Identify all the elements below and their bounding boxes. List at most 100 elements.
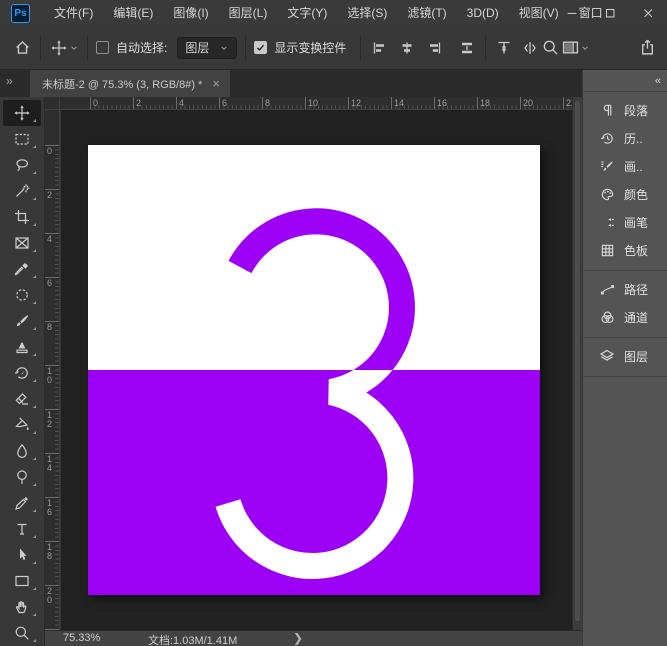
menu-item[interactable]: 文字(Y): [277, 0, 337, 26]
show-transform-label: 显示变换控件: [274, 39, 346, 56]
share-icon[interactable]: [637, 38, 657, 58]
tool-dodge[interactable]: [3, 464, 41, 490]
panel-button-brush-settings[interactable]: 画..: [583, 152, 667, 180]
panel-button-label: 通道: [624, 309, 648, 326]
show-transform-checkbox[interactable]: [254, 41, 267, 54]
zoom-icon: [14, 625, 30, 641]
flip-icon[interactable]: [520, 38, 540, 58]
divider: [485, 35, 486, 61]
panel-button-color[interactable]: 颜色: [583, 180, 667, 208]
document-canvas[interactable]: [88, 145, 540, 595]
vertical-ruler[interactable]: 024681 01 21 41 61 82 02 2: [45, 110, 60, 630]
tool-brush[interactable]: [3, 308, 41, 334]
tool-rectangular-marquee[interactable]: [3, 126, 41, 152]
tool-eyedropper[interactable]: [3, 256, 41, 282]
ruler-label: 8: [47, 323, 52, 332]
ruler-label: 1 2: [47, 411, 52, 429]
ruler-label: 8: [265, 98, 270, 108]
dropdown-value: 图层: [185, 39, 209, 56]
panel-button-channels[interactable]: 通道: [583, 303, 667, 331]
paragraph-icon: [598, 101, 616, 119]
pen-icon: [14, 495, 30, 511]
blur-icon: [14, 443, 30, 459]
tool-quick-selection[interactable]: [3, 178, 41, 204]
panel-button-label: 颜色: [624, 186, 648, 203]
check-icon: [255, 42, 266, 53]
tool-spot-healing[interactable]: [3, 282, 41, 308]
tool-rectangle-shape[interactable]: [3, 568, 41, 594]
panel-button-brushes[interactable]: 画笔: [583, 208, 667, 236]
align-right-icon[interactable]: [425, 38, 445, 58]
tool-frame[interactable]: [3, 230, 41, 256]
maximize-button[interactable]: [591, 0, 629, 25]
status-expand-icon[interactable]: ❯: [293, 631, 303, 645]
distribute-icon[interactable]: [457, 38, 477, 58]
close-icon: [641, 6, 655, 20]
close-button[interactable]: [629, 0, 667, 25]
tool-history-brush[interactable]: [3, 360, 41, 386]
tool-zoom[interactable]: [3, 620, 41, 646]
home-icon[interactable]: [12, 38, 32, 58]
align-left-icon[interactable]: [369, 38, 389, 58]
pasteboard: [61, 110, 572, 630]
tool-paint-bucket[interactable]: [3, 412, 41, 438]
tool-hand[interactable]: [3, 594, 41, 620]
options-bar: 自动选择: 图层 显示变换控件: [0, 26, 667, 70]
panel-button-layers[interactable]: 图层: [583, 342, 667, 370]
search-icon[interactable]: [540, 38, 560, 58]
move-tool-preset-icon[interactable]: [49, 38, 69, 58]
ruler-label: 20: [523, 98, 533, 108]
path-selection-icon: [14, 547, 30, 563]
auto-select-checkbox[interactable]: [96, 41, 109, 54]
align-center-icon[interactable]: [397, 38, 417, 58]
zoom-level-field[interactable]: 75.33%: [63, 632, 100, 644]
ruler-label: 18: [480, 98, 490, 108]
panel-groups: 段落历.. 画.. 颜色画笔色板路径通道图层: [583, 92, 667, 377]
menu-item[interactable]: 图层(L): [219, 0, 278, 26]
toolbar-expand-icon[interactable]: »: [6, 74, 11, 88]
scrollbar-thumb[interactable]: [575, 101, 580, 621]
workspace-icon[interactable]: [560, 38, 580, 58]
menu-item[interactable]: 图像(I): [163, 0, 218, 26]
document-tab[interactable]: 未标题-2 @ 75.3% (3, RGB/8#) * ×: [30, 70, 230, 97]
collapse-panels-icon[interactable]: «: [655, 75, 659, 87]
tool-eraser[interactable]: [3, 386, 41, 412]
ruler-label: 16: [437, 98, 447, 108]
status-bar: 75.33% 文档:1.03M/1.41M ❯: [45, 630, 582, 646]
menu-item[interactable]: 文件(F): [44, 0, 103, 26]
chevron-down-icon[interactable]: [69, 43, 79, 53]
divider: [245, 35, 246, 61]
auto-select-target-dropdown[interactable]: 图层: [177, 37, 237, 59]
panel-group: 图层: [583, 338, 667, 377]
menu-item[interactable]: 滤镜(T): [397, 0, 456, 26]
align-top-icon[interactable]: [494, 38, 514, 58]
tool-pen[interactable]: [3, 490, 41, 516]
chevron-down-icon[interactable]: [580, 43, 590, 53]
tool-lasso[interactable]: [3, 152, 41, 178]
menu-item[interactable]: 选择(S): [337, 0, 397, 26]
canvas-top-half: [88, 145, 540, 370]
panel-button-swatches[interactable]: 色板: [583, 236, 667, 264]
panel-button-history[interactable]: 历..: [583, 124, 667, 152]
tool-type[interactable]: [3, 516, 41, 542]
layers-icon: [598, 347, 616, 365]
tool-crop[interactable]: [3, 204, 41, 230]
tool-clone-stamp[interactable]: [3, 334, 41, 360]
panel-button-paragraph[interactable]: 段落: [583, 96, 667, 124]
tool-path-selection[interactable]: [3, 542, 41, 568]
menu-item[interactable]: 3D(D): [457, 0, 509, 26]
horizontal-ruler[interactable]: 0246810121416182022: [45, 97, 572, 110]
clone-stamp-icon: [14, 339, 30, 355]
tool-blur[interactable]: [3, 438, 41, 464]
tool-move[interactable]: [3, 100, 41, 126]
minimize-button[interactable]: [553, 0, 591, 25]
tool-palette: [0, 97, 45, 646]
brushes-icon: [598, 213, 616, 231]
vertical-scrollbar[interactable]: [572, 97, 582, 630]
ruler-label: 0: [93, 98, 98, 108]
panel-button-paths[interactable]: 路径: [583, 275, 667, 303]
menu-item[interactable]: 编辑(E): [103, 0, 163, 26]
panel-button-label: 历..: [624, 130, 643, 147]
type-icon: [14, 521, 30, 537]
tab-close-icon[interactable]: ×: [212, 76, 220, 91]
